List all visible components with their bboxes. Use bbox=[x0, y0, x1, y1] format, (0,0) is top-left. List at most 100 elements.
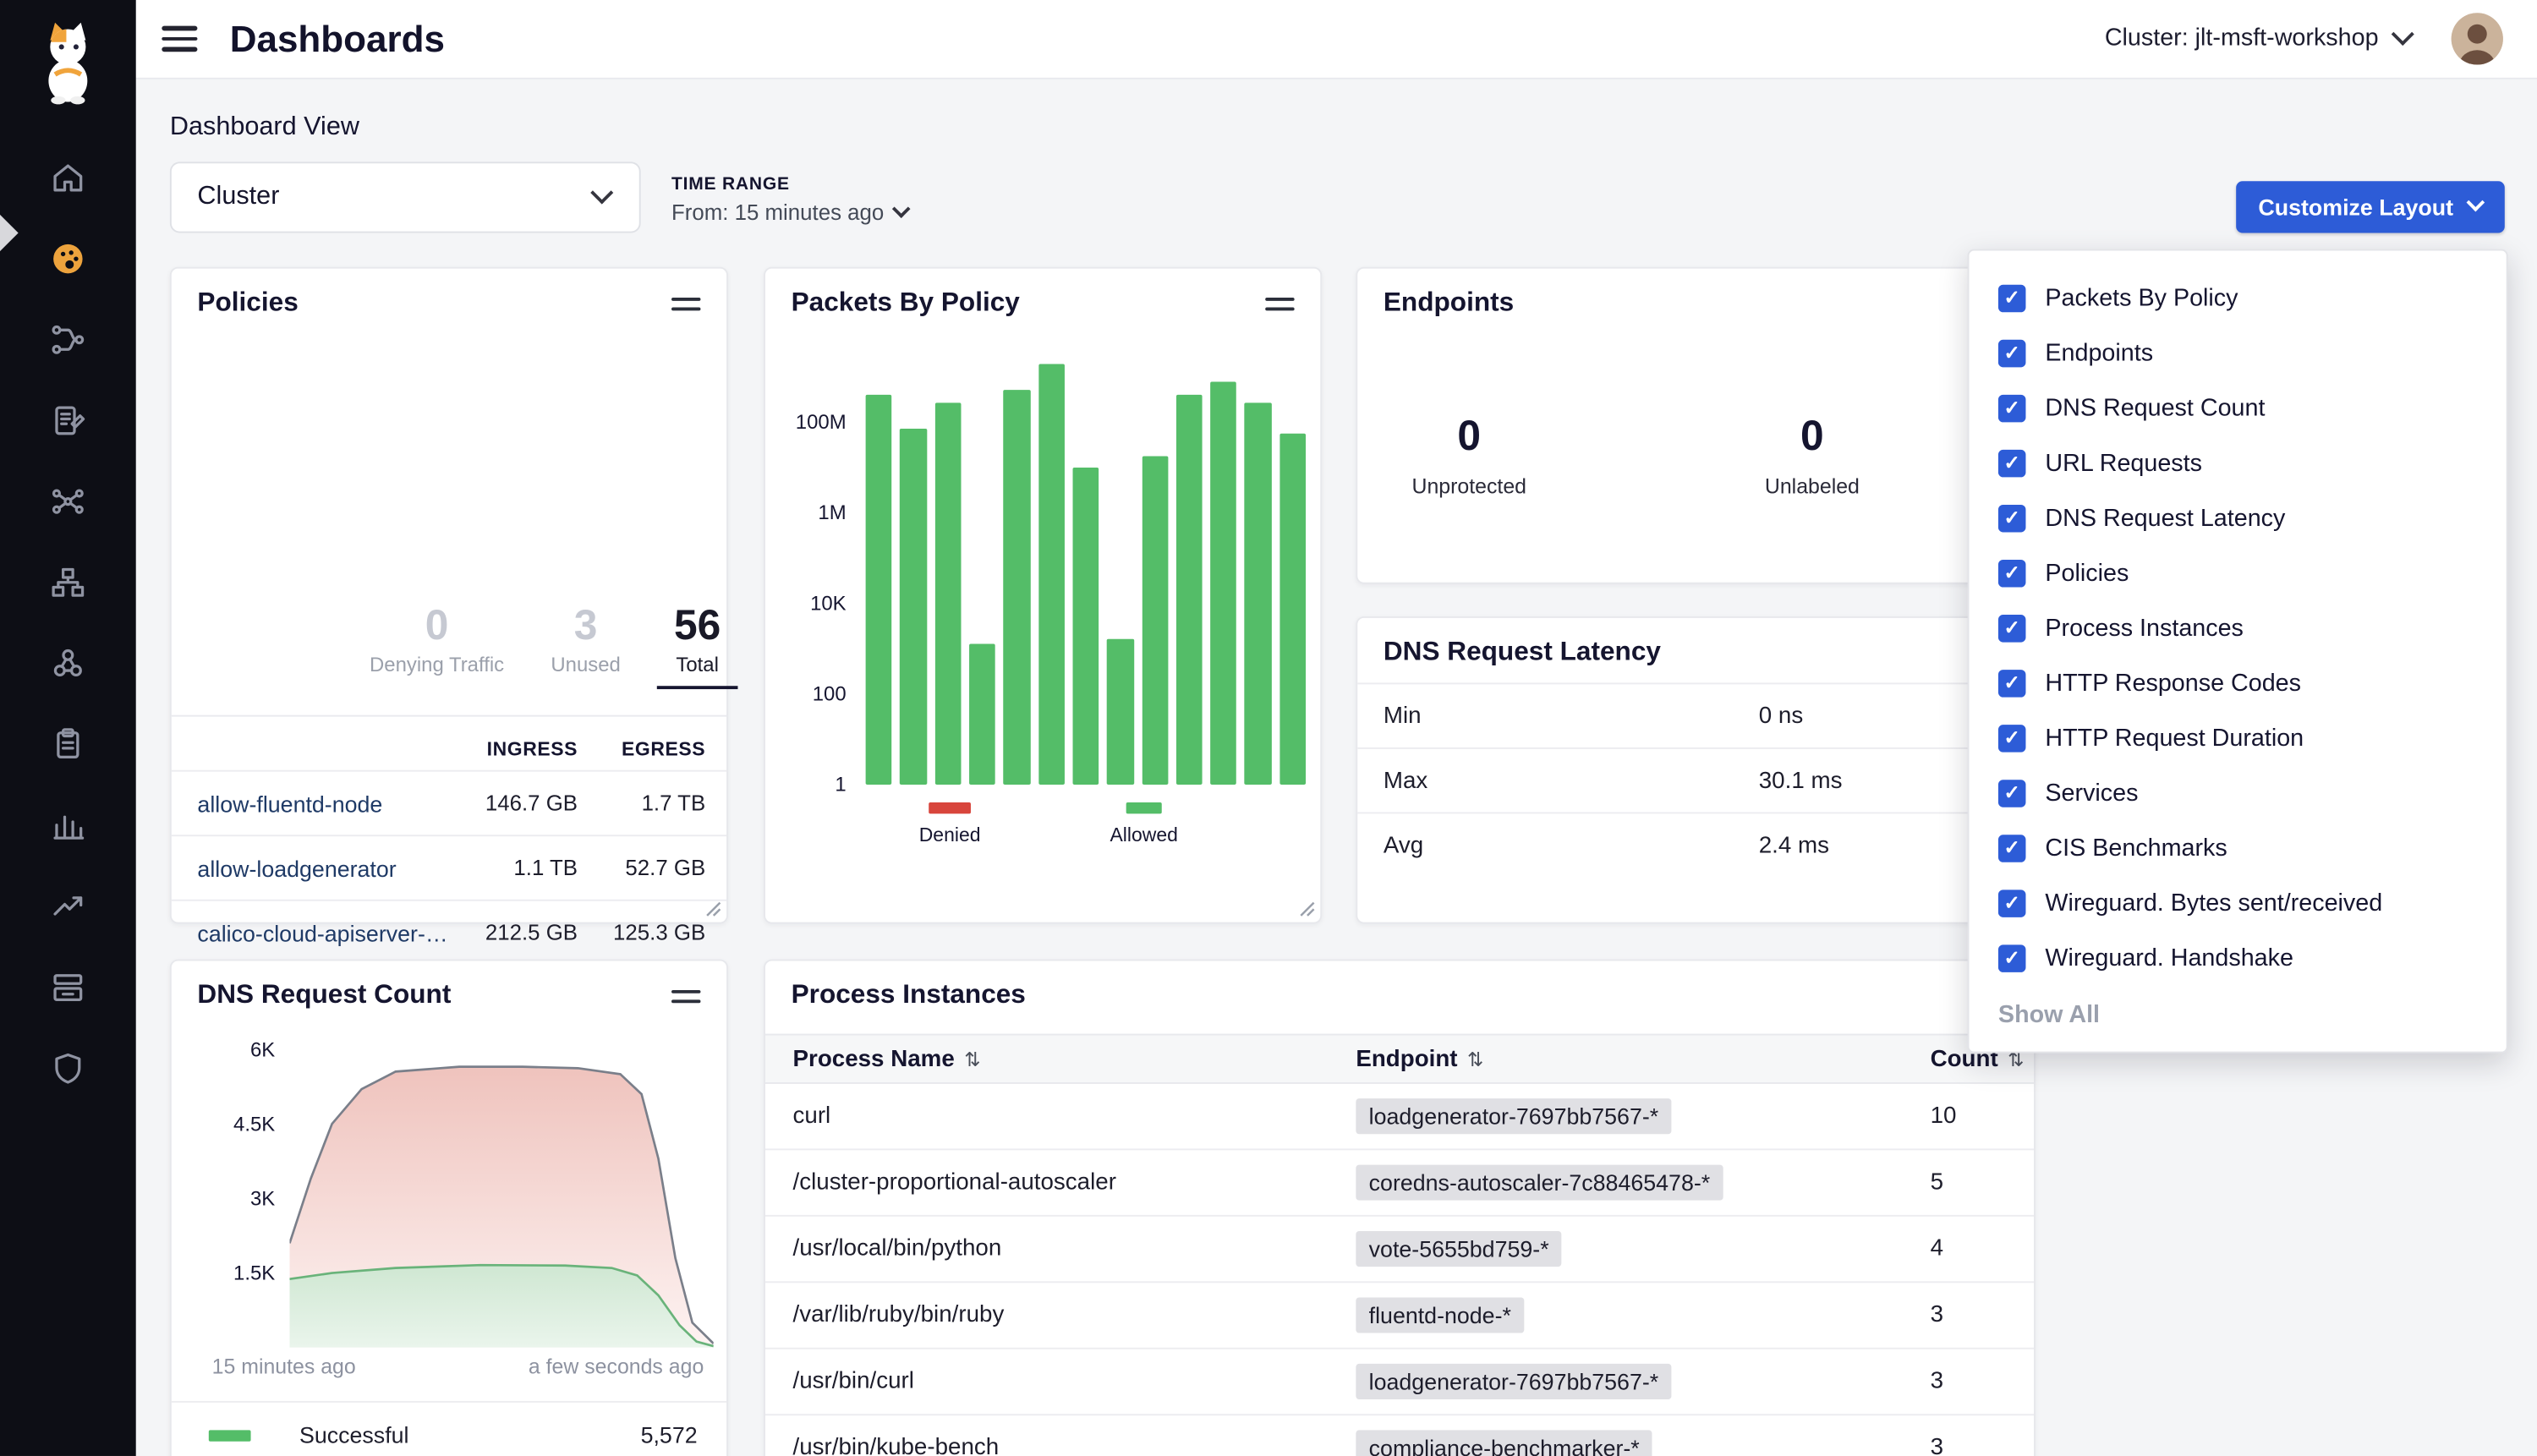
customize-menu-item[interactable]: ✓ DNS Request Latency bbox=[1969, 490, 2506, 545]
customize-menu-item[interactable]: ✓Wireguard. Bytes sent/received bbox=[1969, 875, 2506, 930]
checkbox-checked-icon[interactable]: ✓ bbox=[1998, 559, 2026, 587]
nav-home[interactable] bbox=[0, 138, 136, 219]
bar bbox=[1142, 456, 1168, 785]
dashboard-view-select[interactable]: Cluster bbox=[170, 161, 641, 233]
chevron-down-icon bbox=[2392, 22, 2414, 45]
policy-egress-value: 1.7 TB bbox=[578, 791, 705, 816]
legend-value: 5,572 bbox=[584, 1422, 698, 1448]
process-count: 3 bbox=[1931, 1435, 2034, 1456]
nav-policies[interactable] bbox=[0, 380, 136, 462]
legend-item: Denied bbox=[907, 802, 991, 846]
checkbox-checked-icon[interactable]: ✓ bbox=[1998, 834, 2026, 862]
process-count: 4 bbox=[1931, 1236, 2034, 1262]
hamburger-menu-icon[interactable] bbox=[162, 26, 197, 52]
customize-menu-item-label: DNS Request Latency bbox=[2045, 504, 2285, 532]
process-name: /usr/bin/curl bbox=[793, 1369, 1356, 1395]
dashboard-view-select-value: Cluster bbox=[197, 183, 279, 211]
process-card-title: Process Instances bbox=[792, 980, 1026, 1010]
chevron-down-icon bbox=[590, 181, 613, 204]
policies-card: Policies 0Denying Traffic3Unused56Total … bbox=[170, 267, 728, 924]
customize-menu-item-label: Services bbox=[2045, 779, 2138, 807]
nav-reports[interactable] bbox=[0, 785, 136, 866]
checkbox-checked-icon[interactable]: ✓ bbox=[1998, 394, 2026, 422]
nav-flows[interactable] bbox=[0, 299, 136, 380]
checkbox-checked-icon[interactable]: ✓ bbox=[1998, 669, 2026, 697]
stat-label: Total bbox=[657, 654, 738, 676]
nav-activity[interactable] bbox=[0, 866, 136, 947]
nav-storage[interactable] bbox=[0, 946, 136, 1027]
policies-card-title: Policies bbox=[197, 288, 298, 319]
customize-menu-item[interactable]: ✓HTTP Response Codes bbox=[1969, 655, 2506, 710]
policy-name-link[interactable]: calico-cloud-apiserver-… bbox=[197, 920, 448, 946]
nav-topology[interactable] bbox=[0, 542, 136, 623]
endpoint-chip: loadgenerator-7697bb7567-* bbox=[1356, 1098, 1671, 1134]
stat-value: 0 bbox=[1723, 411, 1901, 461]
process-name: curl bbox=[793, 1103, 1356, 1130]
process-endpoint-cell: loadgenerator-7697bb7567-* bbox=[1356, 1098, 1930, 1134]
checkbox-checked-icon[interactable]: ✓ bbox=[1998, 779, 2026, 807]
y-tick-label: 3K bbox=[197, 1187, 275, 1210]
page-title: Dashboards bbox=[230, 18, 445, 62]
cluster-switcher[interactable]: Cluster: jlt-msft-workshop bbox=[2105, 25, 2411, 52]
time-range-control[interactable]: TIME RANGE From: 15 minutes ago bbox=[671, 175, 908, 225]
customize-menu-item-label: DNS Request Count bbox=[2045, 394, 2265, 422]
customize-menu-item[interactable]: ✓ DNS Request Count bbox=[1969, 380, 2506, 435]
sort-icon: ⇅ bbox=[964, 1048, 980, 1070]
y-tick-label: 1 bbox=[778, 774, 846, 796]
customize-menu-item[interactable]: ✓Process Instances bbox=[1969, 600, 2506, 655]
customize-menu-item[interactable]: ✓Policies bbox=[1969, 545, 2506, 600]
customize-menu-item[interactable]: ✓Endpoints bbox=[1969, 326, 2506, 380]
customize-menu-item[interactable]: ✓ Services bbox=[1969, 765, 2506, 820]
stat-value: 56 bbox=[657, 600, 738, 649]
show-all-link[interactable]: Show All bbox=[1998, 1001, 2507, 1029]
policy-name-link[interactable]: allow-fluentd-node bbox=[197, 791, 448, 817]
resize-handle-icon[interactable] bbox=[1299, 901, 1315, 917]
divider bbox=[172, 715, 726, 717]
process-name-column-header[interactable]: Process Name⇅ bbox=[793, 1046, 1356, 1072]
endpoint-column-header[interactable]: Endpoint⇅ bbox=[1356, 1046, 1930, 1072]
customize-menu-item[interactable]: ✓Packets By Policy bbox=[1969, 271, 2506, 326]
drag-handle-icon[interactable] bbox=[671, 990, 700, 1003]
drag-handle-icon[interactable] bbox=[671, 298, 700, 310]
dns-latency-card-title: DNS Request Latency bbox=[1384, 638, 1661, 668]
egress-column-header[interactable]: EGRESS bbox=[578, 728, 705, 770]
chevron-down-icon bbox=[892, 199, 911, 217]
customize-menu-items: ✓Packets By Policy✓Endpoints✓DNS Request… bbox=[1969, 271, 2506, 986]
drag-handle-icon[interactable] bbox=[1265, 298, 1294, 310]
checkbox-checked-icon[interactable]: ✓ bbox=[1998, 339, 2026, 367]
endpoint-chip: fluentd-node-* bbox=[1356, 1297, 1524, 1333]
nav-clusters[interactable] bbox=[0, 623, 136, 704]
y-tick-label: 100M bbox=[778, 411, 846, 434]
customize-menu-item[interactable]: ✓CIS Benchmarks bbox=[1969, 820, 2506, 875]
packets-card-title: Packets By Policy bbox=[792, 288, 1020, 319]
legend-swatch bbox=[209, 1429, 251, 1440]
policy-row: calico-cloud-apiserver-…212.5 GB125.3 GB bbox=[172, 900, 726, 965]
checkbox-checked-icon[interactable]: ✓ bbox=[1998, 614, 2026, 642]
nav-compliance[interactable] bbox=[0, 703, 136, 785]
nav-dashboards-active[interactable] bbox=[0, 218, 136, 299]
checkbox-checked-icon[interactable]: ✓ bbox=[1998, 504, 2026, 532]
checkbox-checked-icon[interactable]: ✓ bbox=[1998, 449, 2026, 477]
customize-menu-item[interactable]: ✓Wireguard. Handshake bbox=[1969, 930, 2506, 985]
process-name: /cluster-proportional-autoscaler bbox=[793, 1169, 1356, 1196]
nav-service-graph[interactable] bbox=[0, 461, 136, 542]
policies-stat-tab[interactable]: 0Denying Traffic bbox=[349, 600, 524, 676]
process-endpoint-cell: loadgenerator-7697bb7567-* bbox=[1356, 1364, 1930, 1399]
checkbox-checked-icon[interactable]: ✓ bbox=[1998, 284, 2026, 312]
ingress-column-header[interactable]: INGRESS bbox=[448, 728, 578, 770]
policies-stat-tab[interactable]: 3Unused bbox=[540, 600, 631, 676]
customize-menu-item[interactable]: ✓HTTP Request Duration bbox=[1969, 710, 2506, 765]
policies-stat-tab[interactable]: 56 Total bbox=[657, 600, 738, 689]
y-tick-label: 1.5K bbox=[197, 1262, 275, 1284]
checkbox-checked-icon[interactable]: ✓ bbox=[1998, 724, 2026, 752]
policy-name-link[interactable]: allow-loadgenerator bbox=[197, 855, 448, 881]
user-avatar[interactable] bbox=[2452, 13, 2503, 64]
customize-menu-item[interactable]: ✓URL Requests bbox=[1969, 435, 2506, 490]
nav-threat-defense[interactable] bbox=[0, 1027, 136, 1108]
endpoints-card-title: Endpoints bbox=[1384, 288, 1514, 319]
legend-label: Allowed bbox=[1102, 824, 1186, 846]
resize-handle-icon[interactable] bbox=[705, 901, 721, 917]
checkbox-checked-icon[interactable]: ✓ bbox=[1998, 944, 2026, 972]
checkbox-checked-icon[interactable]: ✓ bbox=[1998, 889, 2026, 917]
customize-layout-button[interactable]: Customize Layout bbox=[2236, 181, 2505, 233]
